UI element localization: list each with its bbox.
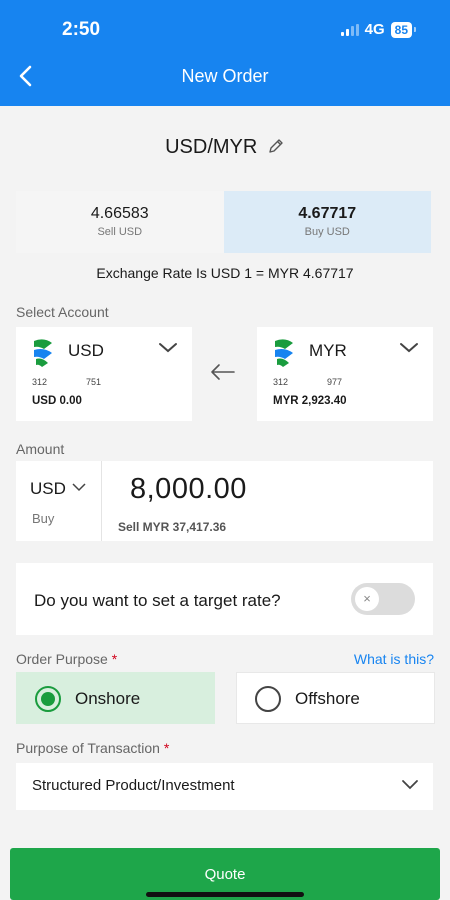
chevron-down-icon xyxy=(402,780,418,790)
from-account-currency: USD xyxy=(68,341,104,360)
status-time: 2:50 xyxy=(62,19,101,40)
select-account-label: Select Account xyxy=(16,304,109,320)
network-type: 4G xyxy=(364,21,385,38)
app-header: 2:50 4G 85 New Order xyxy=(0,0,450,106)
chevron-down-icon[interactable] xyxy=(158,341,178,355)
target-rate-question: Do you want to set a target rate? xyxy=(34,591,281,610)
home-indicator[interactable] xyxy=(146,892,304,897)
arrow-left-icon xyxy=(211,364,235,380)
to-account-balance: MYR 2,923.40 xyxy=(273,395,347,407)
currency-pair-label: USD/MYR xyxy=(165,136,258,158)
required-mark: * xyxy=(163,740,170,756)
offshore-label: Offshore xyxy=(295,689,360,708)
to-account-number: 312 977 xyxy=(273,377,343,387)
sell-equivalent: Sell MYR 37,417.36 xyxy=(118,520,227,534)
purpose-value: Structured Product/Investment xyxy=(32,777,235,794)
page-title: New Order xyxy=(181,66,269,86)
from-account-balance: USD 0.00 xyxy=(32,395,82,407)
radio-unselected-icon xyxy=(255,686,281,712)
battery-icon: 85 xyxy=(390,21,417,38)
sell-rate-label: Sell USD xyxy=(97,226,143,238)
target-rate-toggle[interactable]: × xyxy=(351,583,415,615)
close-icon: × xyxy=(355,587,379,611)
radio-selected-icon xyxy=(35,686,61,712)
bank-logo-icon xyxy=(34,339,52,367)
signal-icon xyxy=(340,23,359,36)
to-account-card[interactable]: MYR 312 977 MYR 2,923.40 xyxy=(257,327,433,421)
to-account-currency: MYR xyxy=(309,341,347,360)
bank-logo-icon xyxy=(275,339,293,367)
onshore-label: Onshore xyxy=(75,689,141,708)
exchange-rate-text: Exchange Rate Is USD 1 = MYR 4.67717 xyxy=(96,265,354,281)
target-rate-row: Do you want to set a target rate? × xyxy=(16,563,433,635)
pencil-icon[interactable] xyxy=(267,137,285,155)
from-account-number: 312 751 xyxy=(32,377,102,387)
purpose-of-transaction-label: Purpose of Transaction * xyxy=(16,740,170,756)
offshore-option[interactable]: Offshore xyxy=(236,672,435,724)
order-purpose-label: Order Purpose * xyxy=(16,651,118,667)
rate-selector: 4.66583 Sell USD 4.67717 Buy USD xyxy=(16,191,431,253)
currency-pair[interactable]: USD/MYR xyxy=(0,136,450,159)
status-indicators: 4G 85 xyxy=(340,21,417,38)
amount-currency-selector[interactable]: USD Buy xyxy=(16,461,102,541)
sell-rate-value: 4.66583 xyxy=(90,205,149,222)
sell-rate-tab[interactable]: 4.66583 Sell USD xyxy=(16,191,224,253)
buy-rate-value: 4.67717 xyxy=(298,205,357,222)
chevron-down-icon xyxy=(72,483,86,492)
required-mark: * xyxy=(111,651,118,667)
buy-rate-tab[interactable]: 4.67717 Buy USD xyxy=(223,191,431,253)
purpose-dropdown[interactable]: Structured Product/Investment xyxy=(16,763,433,810)
amount-label: Amount xyxy=(16,441,65,457)
from-account-card[interactable]: USD 312 751 USD 0.00 xyxy=(16,327,192,421)
onshore-option[interactable]: Onshore xyxy=(16,672,215,724)
amount-box: USD Buy 8,000.00 Sell MYR 37,417.36 xyxy=(16,461,433,541)
amount-direction: Buy xyxy=(32,511,55,526)
buy-rate-label: Buy USD xyxy=(304,226,350,238)
amount-input[interactable]: 8,000.00 xyxy=(130,473,247,506)
amount-currency: USD xyxy=(30,479,86,499)
chevron-down-icon[interactable] xyxy=(399,341,419,355)
what-is-this-link[interactable]: What is this? xyxy=(354,651,434,667)
